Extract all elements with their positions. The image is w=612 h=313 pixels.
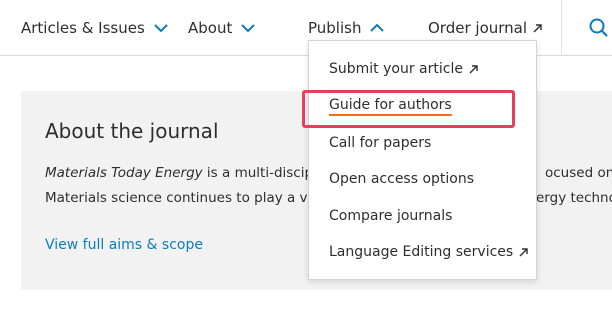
nav-articles-issues[interactable]: Articles & Issues bbox=[21, 17, 169, 39]
chevron-up-icon bbox=[369, 23, 385, 33]
menu-item-language-editing[interactable]: Language Editing services bbox=[329, 241, 528, 263]
nav-divider bbox=[561, 0, 562, 56]
about-description-line-1: Materials Today Energy is a multi-discip bbox=[45, 165, 313, 181]
chevron-down-icon bbox=[240, 23, 256, 33]
menu-item-label: Open access options bbox=[329, 171, 475, 187]
search-icon bbox=[586, 15, 612, 41]
menu-item-compare-journals[interactable]: Compare journals bbox=[329, 205, 452, 227]
menu-item-open-access-options[interactable]: Open access options bbox=[329, 168, 474, 190]
menu-item-label: Language Editing services bbox=[329, 244, 514, 260]
about-description-line-2: Materials science continues to play a vi bbox=[45, 190, 312, 206]
menu-item-label: Call for papers bbox=[329, 135, 432, 151]
about-line-2-fragment: ergy technol bbox=[536, 190, 612, 206]
menu-item-label: Compare journals bbox=[329, 208, 453, 224]
external-link-arrow-icon bbox=[469, 64, 478, 74]
publish-dropdown-menu: Submit your article Guide for authors Ca… bbox=[308, 40, 537, 280]
nav-about[interactable]: About bbox=[188, 17, 256, 39]
nav-order-journal[interactable]: Order journal bbox=[428, 17, 542, 39]
menu-item-guide-for-authors[interactable]: Guide for authors bbox=[329, 95, 452, 117]
chevron-down-icon bbox=[153, 23, 169, 33]
nav-publish[interactable]: Publish bbox=[308, 17, 385, 39]
external-link-arrow-icon bbox=[519, 247, 528, 257]
nav-order-journal-label: Order journal bbox=[428, 19, 528, 37]
nav-articles-issues-label: Articles & Issues bbox=[21, 19, 145, 37]
view-aims-scope-link[interactable]: View full aims & scope bbox=[45, 237, 203, 253]
menu-item-label: Submit your article bbox=[329, 61, 463, 77]
about-title: About the journal bbox=[45, 119, 219, 143]
about-line-1-fragment: ocused on a bbox=[545, 165, 612, 181]
menu-item-call-for-papers[interactable]: Call for papers bbox=[329, 132, 431, 154]
search-button[interactable] bbox=[586, 15, 612, 41]
nav-about-label: About bbox=[188, 19, 233, 37]
nav-publish-label: Publish bbox=[308, 19, 362, 37]
menu-item-label: Guide for authors bbox=[329, 97, 452, 116]
menu-item-submit-article[interactable]: Submit your article bbox=[329, 58, 478, 80]
about-line-1-text: is a multi-discip bbox=[202, 165, 314, 181]
journal-name: Materials Today Energy bbox=[45, 165, 203, 181]
external-link-arrow-icon bbox=[533, 23, 542, 33]
